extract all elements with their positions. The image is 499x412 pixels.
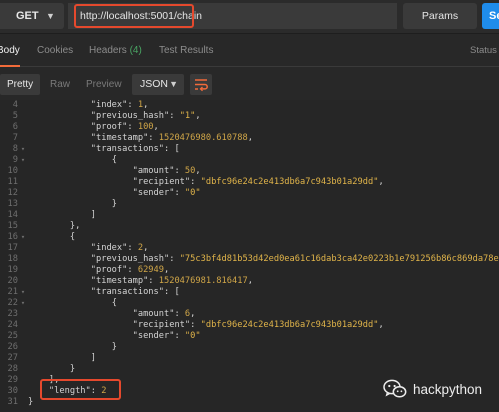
code-text: "proof": 100, <box>90 122 159 132</box>
code-text: "sender": "0" <box>132 188 201 198</box>
tab-headers-count: (4) <box>129 45 142 56</box>
tab-headers[interactable]: Headers (4) <box>89 35 142 67</box>
send-button[interactable]: Se <box>482 3 499 29</box>
code-text: "proof": 62949, <box>90 265 170 275</box>
watermark: hackpython <box>383 376 482 402</box>
code-text: } <box>111 199 117 209</box>
code-text: }, <box>69 221 81 231</box>
code-text: } <box>28 397 34 407</box>
code-text: ] <box>90 353 96 363</box>
chevron-down-icon: ▼ <box>46 11 55 21</box>
preview-button[interactable]: Preview <box>79 74 129 95</box>
request-bar: GET ▼ http://localhost:5001/chain Params… <box>0 0 499 34</box>
method-label: GET <box>16 10 39 22</box>
tab-headers-label: Headers <box>89 45 127 56</box>
code-text: "index": 2, <box>90 243 149 253</box>
wrap-lines-icon <box>195 79 208 92</box>
code-text: "timestamp": 1520476980.610788, <box>90 133 253 143</box>
response-tabs: Body Cookies Headers (4) Test Results St… <box>0 35 499 67</box>
params-button[interactable]: Params <box>403 3 477 29</box>
status-label: Status <box>470 45 497 56</box>
code-text: "recipient": "dbfc96e24c2e413db6a7c943b0… <box>132 177 384 187</box>
wechat-icon <box>383 379 407 398</box>
url-annotation-box <box>74 4 194 28</box>
response-body[interactable]: 4 "index": 1, 5 "previous_hash": "1", 6 "p… <box>0 100 499 412</box>
watermark-text: hackpython <box>413 381 483 397</box>
code-text: "sender": "0" <box>132 331 201 341</box>
pretty-button[interactable]: Pretty <box>0 74 41 95</box>
code-text: { <box>111 155 117 165</box>
code-text: "amount": 6, <box>132 309 196 319</box>
code-text: "timestamp": 1520476981.816417, <box>90 276 253 286</box>
code-text: "previous_hash": "75c3bf4d81b53d42ed0ea6… <box>90 254 499 264</box>
format-select[interactable]: JSON ▼ <box>132 74 184 95</box>
code-text: "transactions": [ <box>90 287 180 297</box>
code-text: "transactions": [ <box>90 144 180 154</box>
code-text: { <box>111 298 117 308</box>
wrap-lines-button[interactable] <box>190 74 212 95</box>
code-text: "amount": 50, <box>132 166 201 176</box>
line-number: 31 <box>7 397 18 407</box>
code-text: "index": 1, <box>90 100 149 110</box>
tab-cookies[interactable]: Cookies <box>37 35 73 67</box>
code-text: { <box>69 232 76 242</box>
tab-test-results[interactable]: Test Results <box>159 35 213 67</box>
raw-button[interactable]: Raw <box>43 74 77 95</box>
code-text: } <box>111 342 117 352</box>
format-label: JSON <box>140 78 169 90</box>
code-text: "recipient": "dbfc96e24c2e413db6a7c943b0… <box>132 320 384 330</box>
method-select[interactable]: GET ▼ <box>0 3 64 29</box>
chevron-down-icon: ▼ <box>169 79 178 89</box>
tab-body[interactable]: Body <box>0 35 20 67</box>
length-annotation-box <box>40 379 121 400</box>
response-toolbar: Pretty Raw Preview JSON ▼ <box>0 68 499 100</box>
code-text: ] <box>90 210 96 220</box>
fold-gutter <box>18 396 28 408</box>
code-text: "previous_hash": "1", <box>90 111 201 121</box>
code-text: } <box>69 364 76 374</box>
